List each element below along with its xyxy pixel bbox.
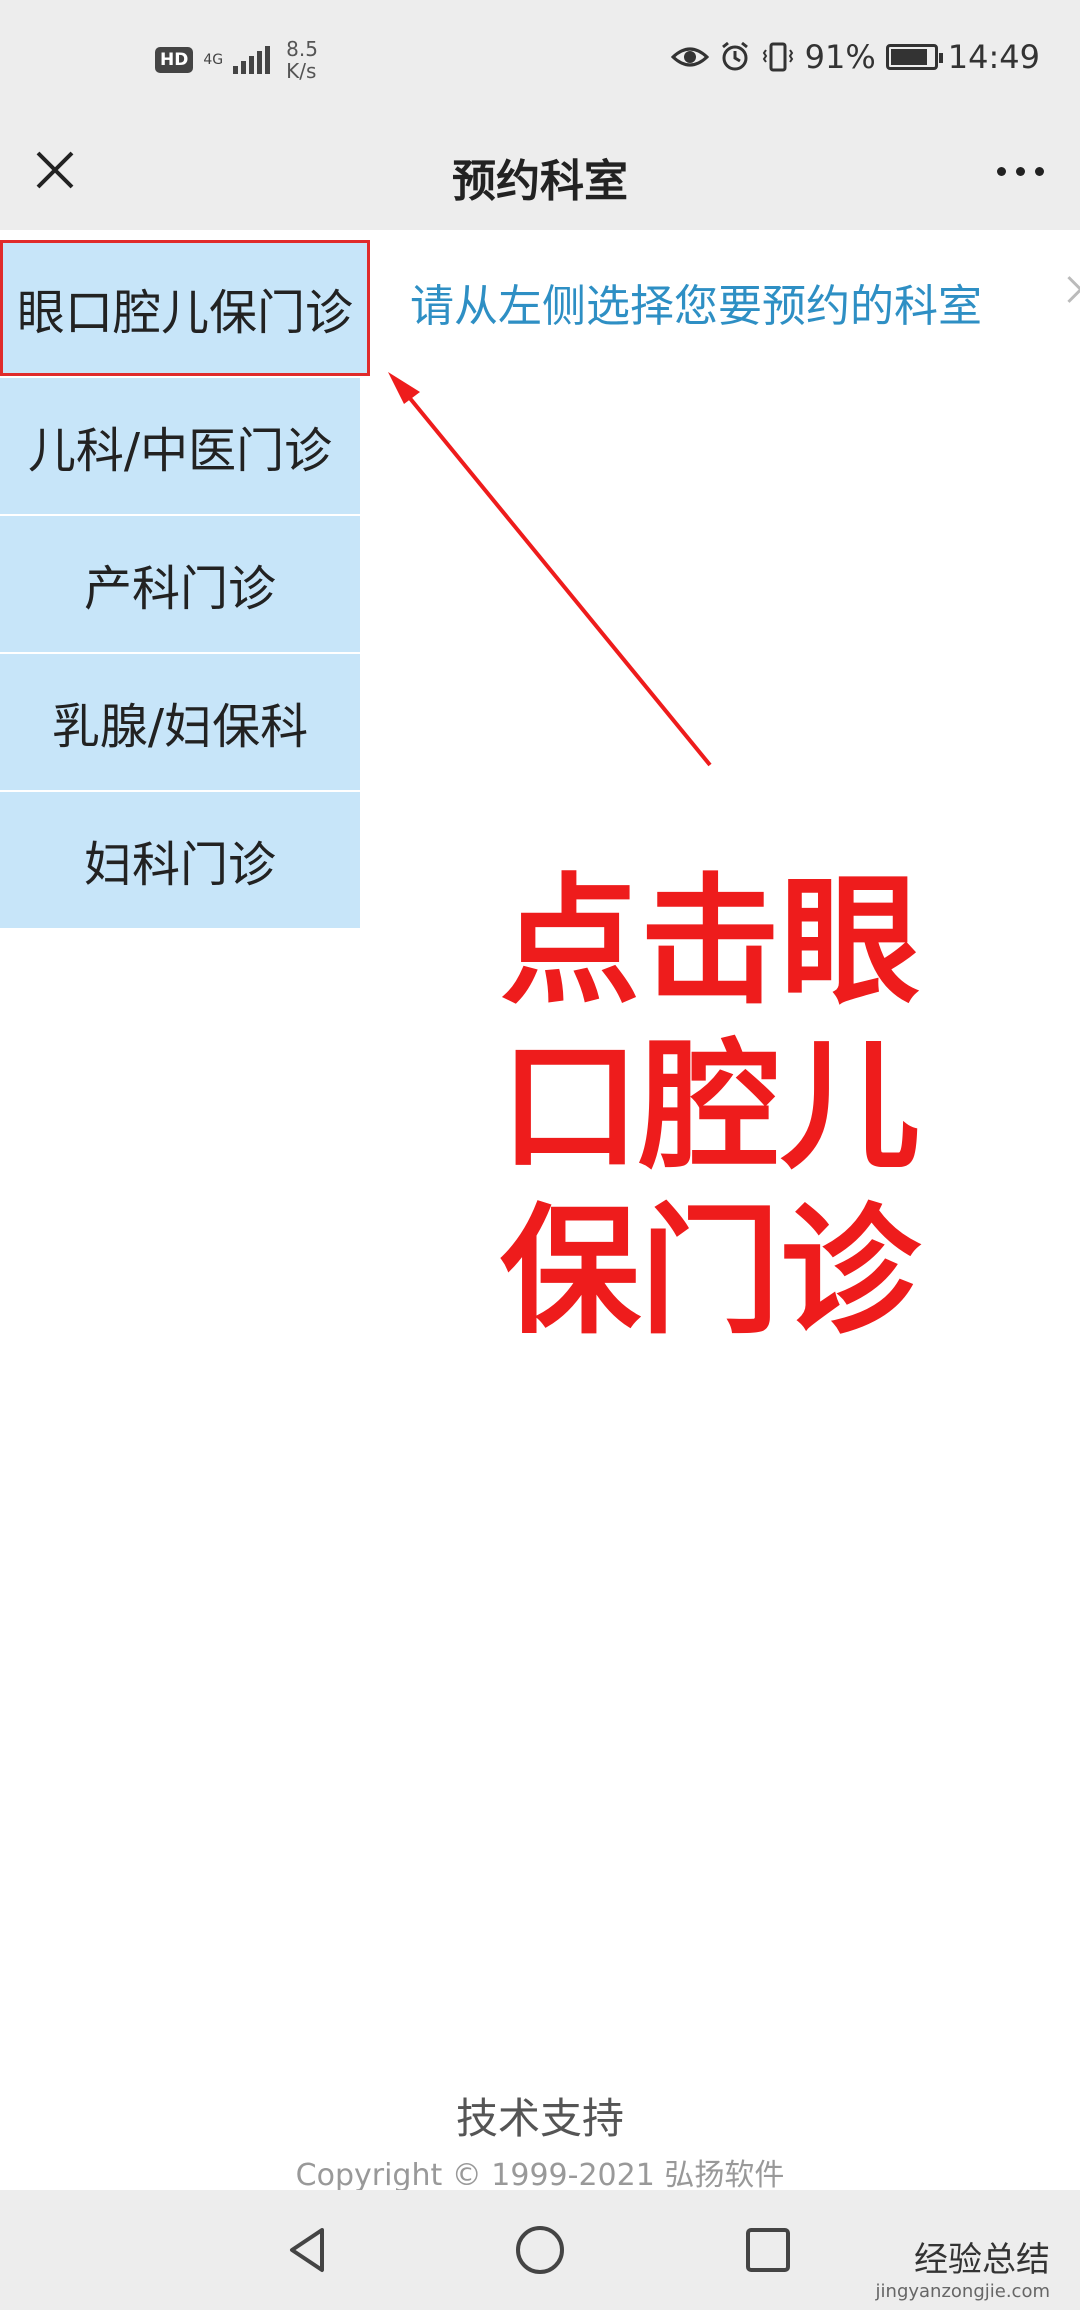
tech-support-label: 技术支持: [455, 2094, 624, 2143]
watermark: 经验总结 jingyanzongjie.com: [876, 2232, 1050, 2302]
annotation-text: 点击眼口腔儿保门诊: [500, 861, 921, 1354]
back-icon[interactable]: [280, 2220, 340, 2280]
watermark-main: 经验总结: [914, 2240, 1050, 2280]
recents-icon[interactable]: [738, 2220, 798, 2280]
home-icon[interactable]: [510, 2220, 570, 2280]
system-nav-bar: 经验总结 jingyanzongjie.com: [0, 2190, 1080, 2310]
copyright-text: Copyright © 1999-2021 弘扬软件: [295, 2158, 785, 2193]
watermark-url: jingyanzongjie.com: [875, 2281, 1050, 2302]
